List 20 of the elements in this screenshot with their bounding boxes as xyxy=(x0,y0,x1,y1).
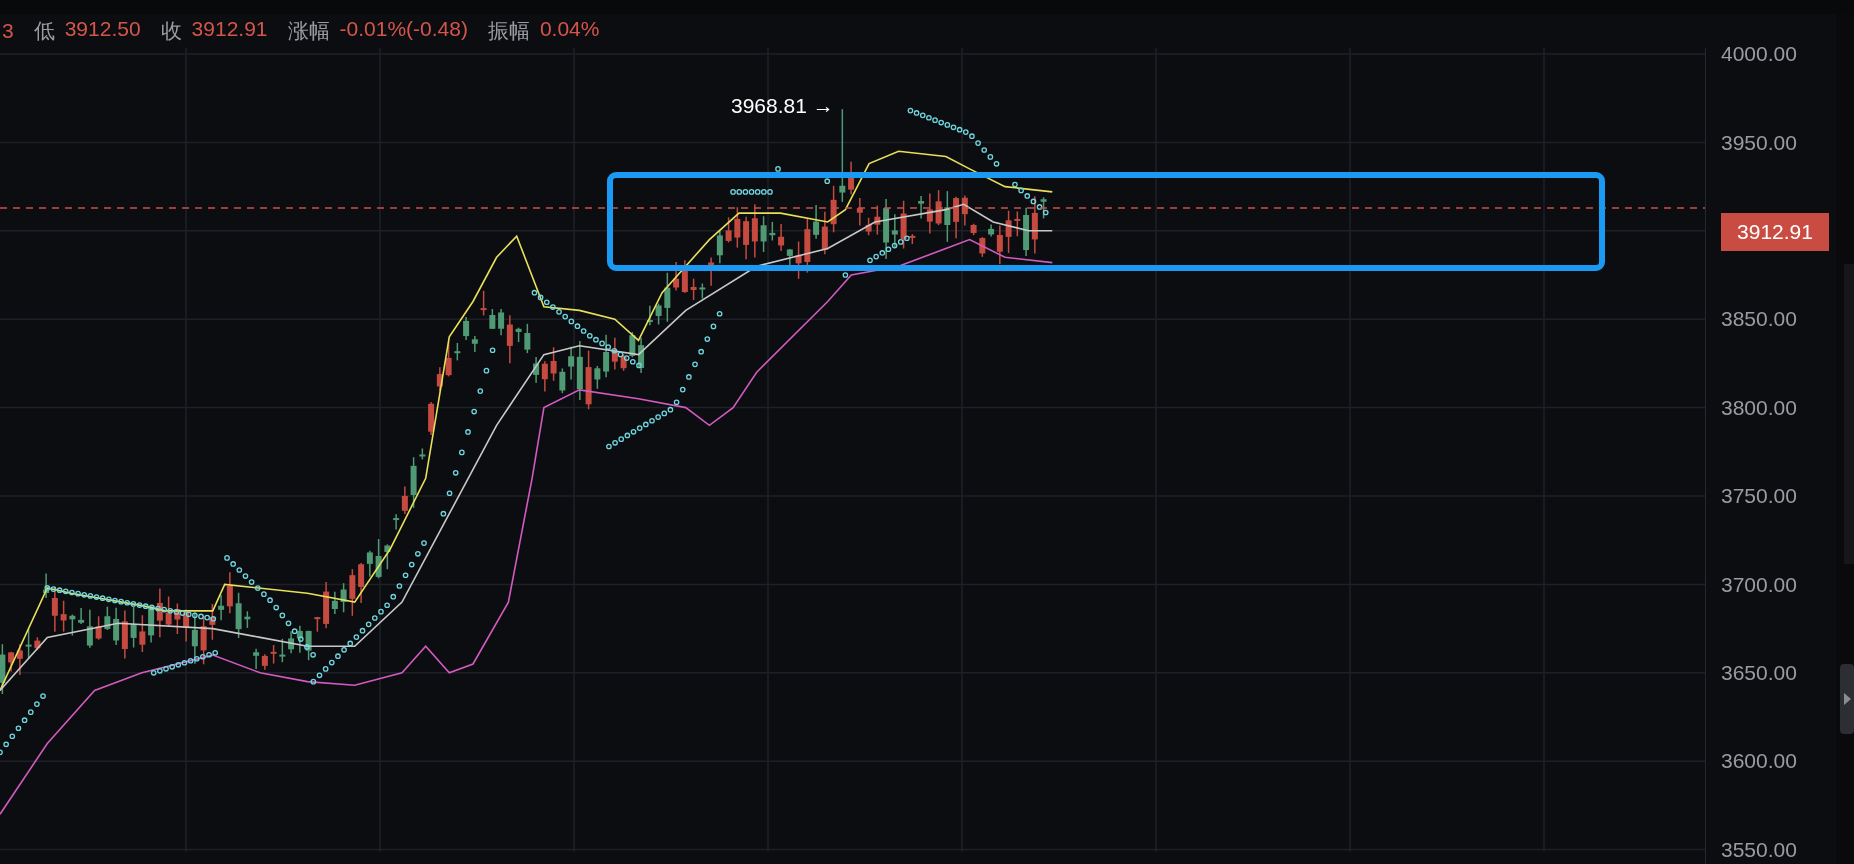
stat-value: 3912.91 xyxy=(191,17,268,42)
price-axis-label: 3850.00 xyxy=(1721,307,1797,332)
price-axis-label: 3550.00 xyxy=(1721,837,1797,862)
stat-label: 低 xyxy=(33,18,55,44)
stat-label: 涨幅 xyxy=(287,18,330,44)
stat-value: 0.04% xyxy=(539,17,600,42)
stat-value: 3 xyxy=(2,19,14,43)
current-price-badge: 3912.91 xyxy=(1721,212,1829,251)
price-axis-label: 3800.00 xyxy=(1721,395,1797,420)
price-axis-label: 3700.00 xyxy=(1721,572,1797,597)
stat-value: -0.01%(-0.48) xyxy=(339,17,468,42)
price-axis-label: 4000.00 xyxy=(1721,42,1797,67)
price-axis-label: 3950.00 xyxy=(1721,130,1797,155)
high-price-annotation: 3968.81 → xyxy=(731,94,834,118)
stat-label: 振幅 xyxy=(487,18,530,44)
price-axis-label: 3750.00 xyxy=(1721,484,1797,509)
price-axis-label: 3600.00 xyxy=(1721,749,1797,774)
stat-label: 收 xyxy=(160,18,182,44)
stat-value: 3912.50 xyxy=(64,17,141,42)
price-axis-label: 3650.00 xyxy=(1721,660,1797,685)
